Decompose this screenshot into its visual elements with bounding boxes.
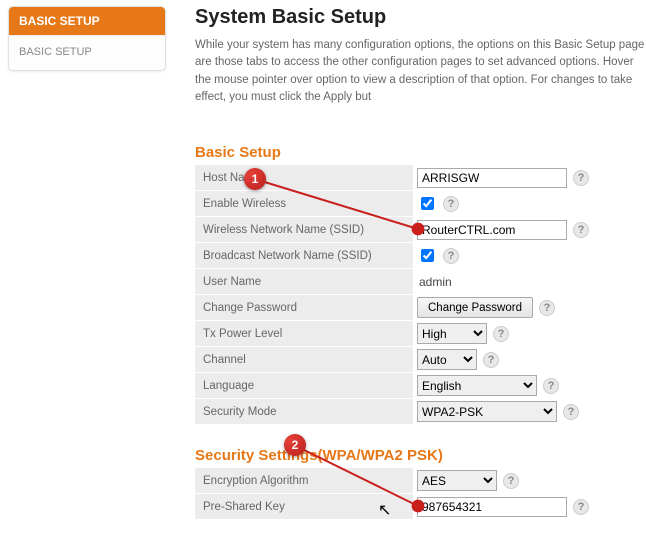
cursor-icon: ↖: [378, 500, 391, 520]
help-icon[interactable]: ?: [539, 300, 555, 316]
page-intro: While your system has many configuration…: [195, 37, 646, 106]
help-icon[interactable]: ?: [543, 378, 559, 394]
help-icon[interactable]: ?: [573, 222, 589, 238]
select-channel[interactable]: Auto: [417, 349, 477, 370]
row-user-name: User Name admin: [195, 269, 646, 295]
label-security-mode: Security Mode: [195, 399, 413, 424]
sidebar-tab-basic-setup-active[interactable]: BASIC SETUP: [9, 7, 165, 35]
label-broadcast-ssid: Broadcast Network Name (SSID): [195, 243, 413, 268]
section-security-settings: Security Settings(WPA/WPA2 PSK): [195, 447, 646, 464]
help-icon[interactable]: ?: [573, 499, 589, 515]
select-tx-power[interactable]: High: [417, 323, 487, 344]
row-ssid: Wireless Network Name (SSID) ?: [195, 217, 646, 243]
input-psk[interactable]: [417, 497, 567, 517]
label-ssid: Wireless Network Name (SSID): [195, 217, 413, 242]
label-encryption: Encryption Algorithm: [195, 468, 413, 493]
sidebar-tab-basic-setup[interactable]: BASIC SETUP: [9, 35, 165, 70]
checkbox-enable-wireless[interactable]: [421, 197, 434, 210]
main-content: System Basic Setup While your system has…: [195, 0, 646, 540]
help-icon[interactable]: ?: [443, 248, 459, 264]
section-basic-setup: Basic Setup: [195, 144, 646, 161]
label-channel: Channel: [195, 347, 413, 372]
input-ssid[interactable]: [417, 220, 567, 240]
help-icon[interactable]: ?: [573, 170, 589, 186]
row-channel: Channel Auto ?: [195, 347, 646, 373]
select-language[interactable]: English: [417, 375, 537, 396]
input-host-name[interactable]: [417, 168, 567, 188]
callout-1: 1: [244, 168, 266, 190]
label-enable-wireless: Enable Wireless: [195, 191, 413, 216]
select-encryption[interactable]: AES: [417, 470, 497, 491]
row-language: Language English ?: [195, 373, 646, 399]
row-tx-power: Tx Power Level High ?: [195, 321, 646, 347]
button-change-password[interactable]: Change Password: [417, 297, 533, 318]
row-change-password: Change Password Change Password ?: [195, 295, 646, 321]
checkbox-broadcast-ssid[interactable]: [421, 249, 434, 262]
label-change-password: Change Password: [195, 295, 413, 320]
help-icon[interactable]: ?: [493, 326, 509, 342]
row-psk: Pre-Shared Key ?: [195, 494, 646, 520]
select-security-mode[interactable]: WPA2-PSK: [417, 401, 557, 422]
label-language: Language: [195, 373, 413, 398]
callout-2: 2: [284, 434, 306, 456]
value-user-name: admin: [417, 275, 452, 289]
row-security-mode: Security Mode WPA2-PSK ?: [195, 399, 646, 425]
help-icon[interactable]: ?: [503, 473, 519, 489]
sidebar: BASIC SETUP BASIC SETUP: [8, 6, 166, 71]
help-icon[interactable]: ?: [443, 196, 459, 212]
label-host-name: Host Name: [195, 165, 413, 190]
label-user-name: User Name: [195, 269, 413, 294]
label-tx-power: Tx Power Level: [195, 321, 413, 346]
row-broadcast-ssid: Broadcast Network Name (SSID) ?: [195, 243, 646, 269]
help-icon[interactable]: ?: [563, 404, 579, 420]
help-icon[interactable]: ?: [483, 352, 499, 368]
row-encryption: Encryption Algorithm AES ?: [195, 468, 646, 494]
page-title: System Basic Setup: [195, 6, 646, 29]
row-enable-wireless: Enable Wireless ?: [195, 191, 646, 217]
